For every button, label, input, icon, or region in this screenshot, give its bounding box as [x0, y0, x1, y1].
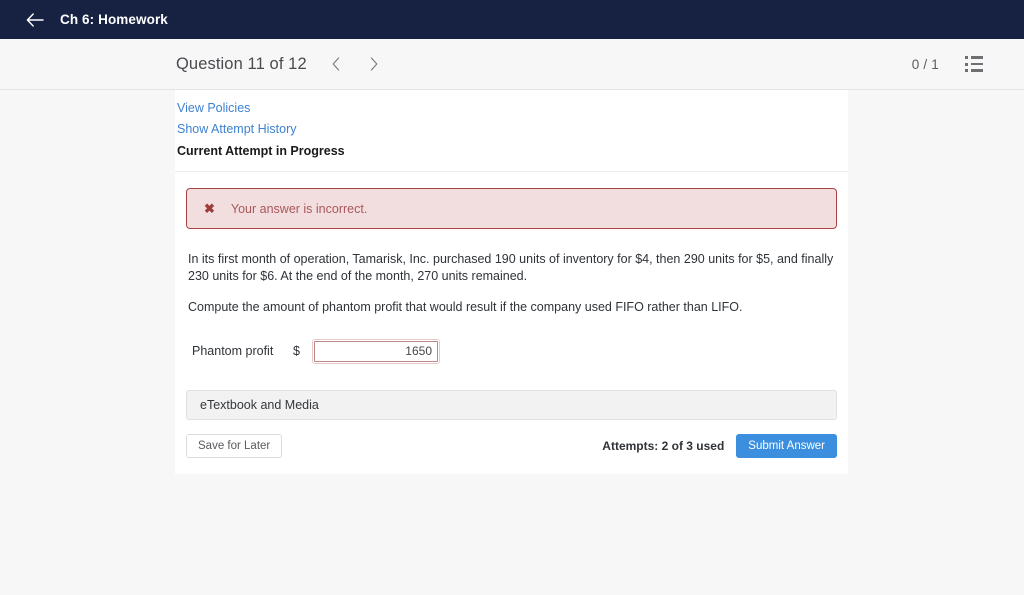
question-card: View Policies Show Attempt History Curre…: [175, 90, 848, 474]
card-header: View Policies Show Attempt History Curre…: [175, 90, 848, 172]
card-footer-actions: Save for Later Attempts: 2 of 3 used Sub…: [186, 433, 837, 474]
save-for-later-button[interactable]: Save for Later: [186, 433, 283, 458]
list-marker: [965, 56, 968, 59]
answer-label: Phantom profit: [192, 344, 274, 358]
list-bar: [971, 69, 983, 72]
list-bar: [971, 62, 983, 66]
list-row: [965, 62, 983, 66]
answer-row: Phantom profit $: [192, 338, 837, 364]
toolbar-right-group: 0 / 1: [912, 56, 1000, 72]
list-row: [965, 69, 983, 72]
currency-symbol: $: [293, 344, 300, 358]
view-policies-link[interactable]: View Policies: [175, 98, 848, 119]
phantom-profit-input[interactable]: [312, 338, 440, 364]
submit-answer-button[interactable]: Submit Answer: [736, 433, 837, 458]
ordered-list-icon[interactable]: [965, 56, 983, 72]
question-paragraph-2: Compute the amount of phantom profit tha…: [188, 300, 743, 314]
app-title: Ch 6: Homework: [60, 12, 168, 27]
app-header-bar: Ch 6: Homework: [0, 0, 1024, 39]
question-navigation: [325, 53, 385, 75]
list-bar: [971, 56, 983, 59]
etextbook-label: eTextbook and Media: [200, 397, 319, 412]
question-toolbar: Question 11 of 12 0 / 1: [0, 39, 1024, 90]
question-paragraph-1: In its first month of operation, Tamaris…: [188, 252, 834, 283]
next-question-button[interactable]: [363, 53, 385, 75]
show-attempt-history-link[interactable]: Show Attempt History: [175, 119, 848, 140]
score-display: 0 / 1: [911, 56, 939, 72]
error-x-icon: ✖: [204, 201, 215, 216]
current-attempt-heading: Current Attempt in Progress: [177, 144, 345, 158]
list-marker: [965, 62, 968, 66]
question-counter: Question 11 of 12: [176, 54, 307, 73]
previous-question-button[interactable]: [325, 53, 347, 75]
footer-right-group: Attempts: 2 of 3 used Submit Answer: [602, 433, 837, 458]
alert-message: Your answer is incorrect.: [230, 201, 368, 216]
attempts-counter: Attempts: 2 of 3 used: [602, 438, 725, 453]
etextbook-and-media-section[interactable]: eTextbook and Media: [186, 389, 837, 420]
incorrect-answer-alert: ✖ Your answer is incorrect.: [186, 188, 837, 229]
list-row: [965, 56, 983, 59]
card-body: ✖ Your answer is incorrect. In its first…: [175, 172, 848, 474]
list-marker: [965, 69, 968, 72]
back-arrow-icon[interactable]: [24, 9, 46, 31]
